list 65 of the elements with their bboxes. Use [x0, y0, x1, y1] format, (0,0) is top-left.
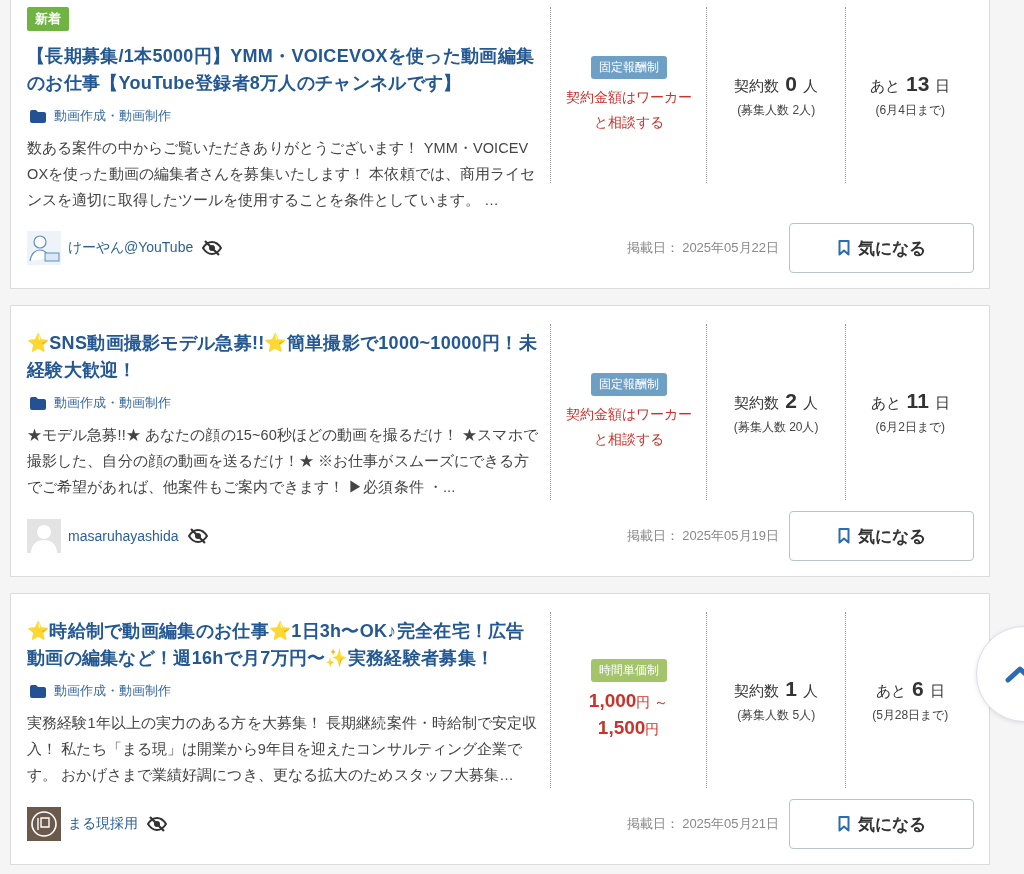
- job-description: 数ある案件の中からご覧いただきありがとうございます！ YMM・VOICEVOXを使った動画の編集者さんを募集いたします！ 本依頼では、商用ライセンスを適切に取得したツールを使用することを条件としています。 …: [27, 139, 537, 210]
- category-link[interactable]: 動画作成・動画制作: [54, 394, 171, 412]
- client-name-link[interactable]: けーやん@YouTube: [68, 239, 194, 257]
- deadline-date: (6月2日まで): [875, 418, 945, 436]
- deadline-label: あと: [870, 76, 901, 96]
- contracts-count: 1: [785, 676, 797, 701]
- client-name-link[interactable]: masaruhayashida: [68, 528, 179, 544]
- contracts-unit: 人: [803, 681, 818, 701]
- days-left: 13: [906, 71, 930, 96]
- pay-type-tag: 時間単価制: [590, 658, 667, 682]
- deadline-label: あと: [870, 393, 901, 413]
- posted-date: 掲載日： 2025年05月19日: [626, 527, 779, 545]
- contracts-unit: 人: [803, 76, 818, 96]
- recruit-count: (募集人数 5人): [737, 706, 816, 724]
- deadline-date: (6月4日まで): [875, 101, 945, 119]
- contracts-unit: 人: [803, 393, 818, 413]
- price-unit: 円: [636, 693, 651, 710]
- hide-icon[interactable]: [147, 816, 167, 832]
- contracts-label: 契約数: [734, 681, 780, 701]
- price-to: 1,500: [597, 716, 646, 738]
- bookmark-button[interactable]: 気になる: [789, 223, 974, 273]
- logo-icon: [27, 807, 61, 841]
- deadline-label: あと: [875, 681, 906, 701]
- deadline-unit: 日: [934, 393, 950, 413]
- price-unit: 円: [645, 720, 660, 737]
- days-left: 11: [906, 388, 929, 413]
- price-text: 契約金額はワーカーと相談する: [564, 87, 693, 132]
- price-separator: ～: [654, 693, 669, 710]
- avatar-silhouette: [27, 519, 61, 553]
- job-title-link[interactable]: ⭐時給制で動画編集のお仕事⭐1日3h〜OK♪完全在宅！広告動画の編集など！週16hで月7万円〜✨実務経験者募集！: [27, 618, 537, 672]
- hide-icon[interactable]: [202, 240, 223, 256]
- job-description: ★モデル急募!!★ あなたの顔の15~60秒ほどの動画を撮るだけ！ ★スマホで撮影した、自分の顔の動画を送るだけ！★ ※お仕事がスムーズにできる方でご希望があれば、他案件もご案内できます！ ▶必須条件 ・...: [27, 426, 539, 497]
- bookmark-icon: [837, 240, 850, 256]
- avatar-illustration: [27, 231, 61, 265]
- category-link[interactable]: 動画作成・動画制作: [54, 107, 171, 125]
- folder-icon: [30, 396, 46, 410]
- bookmark-icon: [837, 816, 850, 832]
- job-title-link[interactable]: ⭐SNS動画撮影モデル急募!!⭐簡単撮影で1000~10000円！未経験大歓迎！: [27, 330, 537, 384]
- bookmark-button[interactable]: 気になる: [789, 511, 974, 561]
- client-name-link[interactable]: まる現採用: [68, 815, 138, 833]
- deadline-date: (5月28日まで): [872, 706, 949, 724]
- price-text: 契約金額はワーカーと相談する: [564, 404, 693, 449]
- hide-icon[interactable]: [187, 528, 208, 544]
- new-badge: 新着: [27, 7, 69, 31]
- bookmark-button[interactable]: 気になる: [789, 799, 974, 849]
- posted-date: 掲載日： 2025年05月21日: [626, 815, 779, 833]
- pay-type-tag: 固定報酬制: [590, 372, 667, 396]
- price-from: 1,000: [588, 689, 637, 711]
- folder-icon: [30, 684, 46, 698]
- contracts-label: 契約数: [734, 393, 780, 413]
- job-description: 実務経験1年以上の実力のある方を大募集！ 長期継続案件・時給制で安定収入！ 私たち「まる現」は開業から9年目を迎えたコンサルティング企業です。 おかげさまで業績好調につき、更なる拡大のためスタッフ大募集…: [27, 714, 539, 785]
- posted-date: 掲載日： 2025年05月22日: [626, 239, 779, 257]
- category-link[interactable]: 動画作成・動画制作: [54, 682, 171, 700]
- recruit-count: (募集人数 20人): [733, 418, 819, 436]
- bookmark-icon: [837, 528, 850, 544]
- recruit-count: (募集人数 2人): [737, 101, 816, 119]
- deadline-unit: 日: [935, 76, 951, 96]
- folder-icon: [30, 109, 46, 123]
- contracts-label: 契約数: [734, 76, 780, 96]
- deadline-unit: 日: [929, 681, 945, 701]
- contracts-count: 2: [785, 388, 797, 413]
- days-left: 6: [911, 676, 924, 701]
- job-title-link[interactable]: 【長期募集/1本5000円】YMM・VOICEVOXを使った動画編集のお仕事【YouTube登録者8万人のチャンネルです】: [27, 43, 537, 97]
- pay-type-tag: 固定報酬制: [590, 55, 667, 79]
- contracts-count: 0: [785, 71, 797, 96]
